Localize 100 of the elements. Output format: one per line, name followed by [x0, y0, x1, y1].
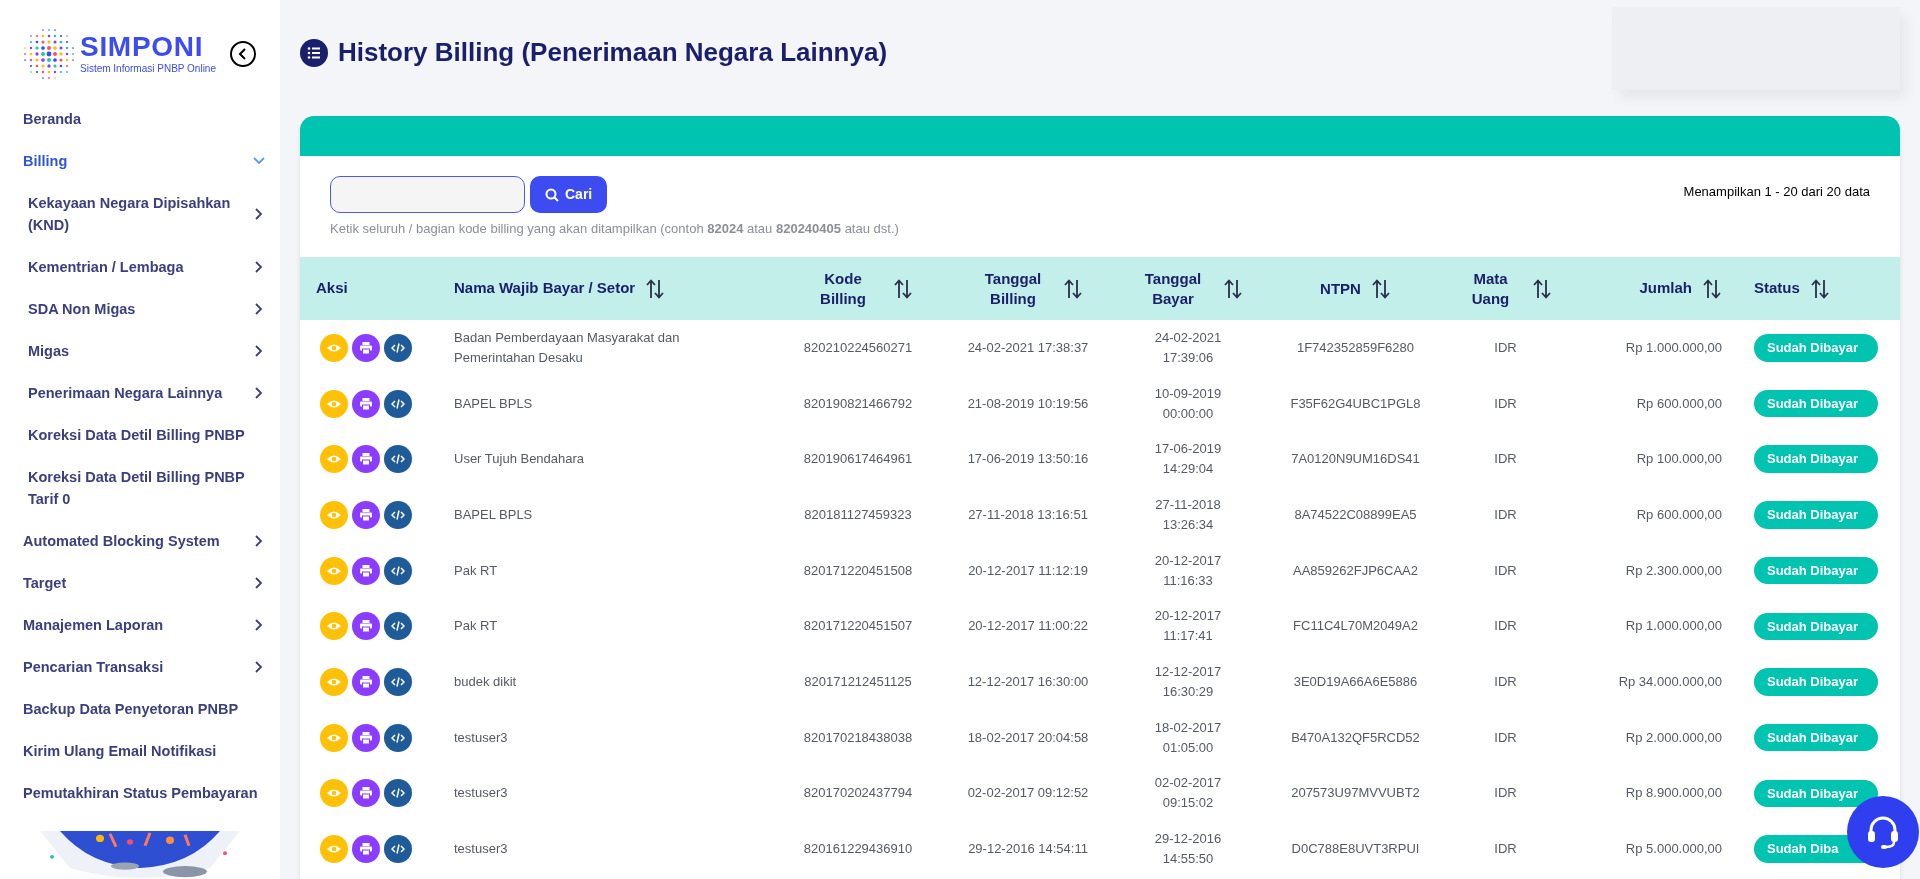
- code-icon: [391, 620, 405, 633]
- table-cell-text: 24-02-2021 17:38:37: [967, 338, 1089, 357]
- table-cell-text: IDR: [1494, 728, 1517, 747]
- print-button[interactable]: [352, 723, 380, 752]
- print-button[interactable]: [352, 835, 380, 864]
- status-badge: Sudah Dibayar: [1754, 501, 1878, 529]
- search-field[interactable]: [330, 176, 525, 213]
- table-cell-text: 27-11-2018 13:26:34: [1154, 495, 1222, 534]
- table-cell-text: 27-11-2018 13:16:51: [968, 505, 1088, 524]
- collapse-button[interactable]: [230, 41, 256, 67]
- sort-icon[interactable]: [1532, 277, 1552, 300]
- table-cell-text: 20-12-2017 11:17:41: [1153, 607, 1223, 646]
- sidebar-item[interactable]: Kirim Ulang Email Notifikasi: [0, 730, 280, 772]
- printer-icon: [359, 619, 373, 634]
- code-button[interactable]: [384, 835, 412, 864]
- table-cell-text: IDR: [1494, 394, 1517, 413]
- code-button[interactable]: [384, 445, 412, 474]
- table-cell-text: 17-06-2019 13:50:16: [967, 450, 1089, 469]
- table-cell-text: 18-02-2017 20:04:58: [967, 728, 1089, 747]
- printer-icon: [359, 786, 373, 801]
- print-button[interactable]: [352, 389, 380, 418]
- sidebar-item[interactable]: Automated Blocking System: [0, 520, 280, 562]
- search-button[interactable]: Cari: [530, 176, 608, 213]
- code-button[interactable]: [384, 779, 412, 808]
- column-header: Jumlah: [1639, 278, 1692, 299]
- sidebar-item[interactable]: Pemutakhiran Status Pembayaran: [0, 772, 280, 814]
- print-button[interactable]: [352, 612, 380, 641]
- sort-icon[interactable]: [893, 277, 913, 300]
- sort-icon[interactable]: [1809, 277, 1830, 300]
- table-cell-text: BAPEL BPLS: [454, 394, 533, 413]
- sort-icon[interactable]: [1370, 277, 1391, 300]
- table-cell-text: BAPEL BPLS: [454, 505, 533, 524]
- table-cell-text: IDR: [1494, 450, 1517, 469]
- table-cell-text: 820170202437794: [803, 784, 913, 803]
- submenu-item[interactable]: SDA Non Migas: [0, 288, 280, 330]
- table-cell-text: 21-08-2019 10:19:56: [967, 394, 1089, 413]
- table-cell-text: F35F62G4UBC1PGL8: [1290, 394, 1421, 413]
- code-button[interactable]: [384, 389, 412, 418]
- table-cell-text: 02-02-2017 09:15:02: [1153, 774, 1223, 813]
- sort-icon[interactable]: [1702, 277, 1722, 300]
- table-cell-text: IDR: [1494, 617, 1517, 636]
- code-button[interactable]: [384, 333, 412, 362]
- table-cell-text: 820171220451507: [803, 617, 913, 636]
- table-cell-text: Rp 1.000.000,00: [1625, 338, 1722, 357]
- table-cell-text: AA859262FJP6CAA2: [1293, 561, 1418, 580]
- code-button[interactable]: [384, 556, 412, 585]
- table-cell-text: Pak RT: [454, 617, 498, 636]
- table-cell-text: Rp 8.900.000,00: [1625, 784, 1722, 803]
- table-cell-text: IDR: [1494, 505, 1517, 524]
- submenu-item[interactable]: Kementrian / Lembaga: [0, 246, 280, 288]
- sidebar-item[interactable]: Manajemen Laporan: [0, 604, 280, 646]
- table-cell-text: Rp 100.000,00: [1636, 450, 1722, 469]
- sidebar-item[interactable]: Billing: [0, 140, 280, 182]
- table-cell-text: 24-02-2021 17:39:06: [1153, 328, 1223, 367]
- sort-icon[interactable]: [645, 277, 666, 300]
- submenu-item[interactable]: Migas: [0, 330, 280, 372]
- status-badge: Sudah Dibayar: [1754, 668, 1878, 696]
- table-cell-text: 3E0D19A66A6E5886: [1293, 672, 1418, 691]
- print-button[interactable]: [352, 779, 380, 808]
- print-button[interactable]: [352, 556, 380, 585]
- printer-icon: [359, 340, 373, 355]
- table-cell-text: 820190617464961: [803, 450, 913, 469]
- status-badge: Sudah Dibayar: [1754, 389, 1878, 418]
- print-button[interactable]: [352, 667, 380, 696]
- column-header: Tanggal Billing: [983, 268, 1043, 309]
- sidebar-item[interactable]: Backup Data Penyetoran PNBP: [0, 688, 280, 730]
- status-badge: Sudah Dibayar: [1754, 556, 1878, 585]
- table-cell-text: IDR: [1494, 784, 1517, 803]
- submenu-item[interactable]: Koreksi Data Detil Billing PNBP Tarif 0: [0, 456, 280, 520]
- table-cell-text: FC11C4L70M2049A2: [1293, 617, 1418, 636]
- submenu-item[interactable]: Kekayaan Negara Dipisahkan (KND): [0, 182, 280, 246]
- print-button[interactable]: [352, 445, 380, 474]
- code-icon: [391, 843, 405, 856]
- sort-icon[interactable]: [1223, 277, 1243, 300]
- sidebar-item[interactable]: Target: [0, 562, 280, 604]
- sidebar-item[interactable]: Pencarian Transaksi: [0, 646, 280, 688]
- table-cell-text: 820170218438038: [803, 728, 913, 747]
- print-button[interactable]: [352, 500, 380, 529]
- print-button[interactable]: [352, 333, 380, 362]
- table-cell-text: 20-12-2017 11:12:19: [968, 561, 1088, 580]
- table-cell-text: Rp 600.000,00: [1636, 394, 1722, 413]
- table-cell-text: 29-12-2016 14:55:50: [1153, 830, 1223, 869]
- table-cell-text: 1F742352859F6280: [1296, 338, 1415, 357]
- table-cell-text: B470A132QF5RCD52: [1291, 728, 1420, 747]
- table-cell-text: 8A74522C08899EA5: [1294, 505, 1417, 524]
- code-icon: [391, 675, 405, 688]
- sidebar-item[interactable]: Beranda: [0, 98, 280, 140]
- table-cell-text: testuser3: [454, 784, 508, 803]
- table-cell-text: Badan Pemberdayaan Masyarakat dan Pemerintahan Desaku: [454, 328, 681, 367]
- code-button[interactable]: [384, 612, 412, 641]
- submenu-item[interactable]: Koreksi Data Detil Billing PNBP: [0, 414, 280, 456]
- table-cell-text: IDR: [1494, 561, 1517, 580]
- submenu-item[interactable]: Penerimaan Negara Lainnya: [0, 372, 280, 414]
- code-button[interactable]: [384, 500, 412, 529]
- table-cell-text: Rp 1.000.000,00: [1625, 617, 1722, 636]
- sort-icon[interactable]: [1063, 277, 1083, 300]
- code-button[interactable]: [384, 723, 412, 752]
- table-cell-text: 820210224560271: [803, 338, 913, 357]
- code-button[interactable]: [384, 667, 412, 696]
- result-summary: Menampilkan 1 - 20 dari 20 data: [1683, 183, 1870, 201]
